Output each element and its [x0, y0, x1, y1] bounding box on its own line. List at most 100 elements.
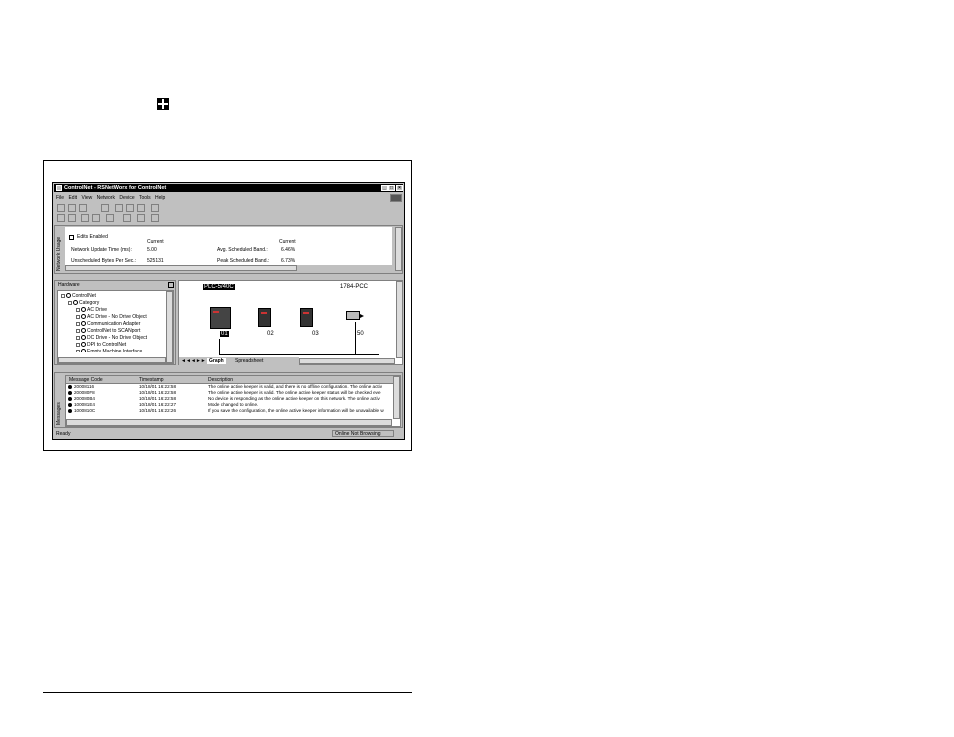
menu-device[interactable]: Device	[119, 195, 134, 201]
unscheduled-bytes-label: Unscheduled Bytes Per Sec.:	[71, 258, 137, 264]
expand-icon[interactable]	[76, 314, 80, 319]
zoom-out-icon[interactable]	[68, 214, 76, 222]
maximize-button[interactable]: □	[388, 185, 395, 191]
current-header-left: Current	[147, 239, 164, 245]
menu-network[interactable]: Network	[97, 195, 115, 201]
new-file-icon[interactable]	[57, 204, 65, 212]
messages-hscrollbar[interactable]	[66, 419, 392, 426]
tree-item-controlnet[interactable]: ControlNet	[61, 293, 96, 299]
tab-nav-arrows[interactable]: ◄◄◄►►	[181, 358, 206, 364]
tree-item-dc-drive[interactable]: DC Drive - No Drive Object	[76, 335, 147, 341]
hardware-vscrollbar[interactable]	[166, 291, 173, 363]
properties-icon[interactable]	[137, 214, 145, 222]
pcc-device-label: 1784-PCC	[340, 284, 369, 290]
single-pass-browse-icon[interactable]	[92, 214, 100, 222]
hardware-close-button[interactable]	[168, 282, 174, 288]
minimize-button[interactable]: _	[381, 185, 388, 191]
schedule-icon[interactable]	[151, 214, 159, 222]
expand-icon[interactable]	[76, 307, 80, 312]
messages-panel: Messages Message Code Timestamp Descript…	[54, 372, 403, 428]
plc-drop-line	[219, 339, 220, 355]
expand-icon[interactable]	[76, 335, 80, 340]
drive-device-icon-03[interactable]	[300, 308, 313, 327]
expand-icon[interactable]	[76, 342, 80, 347]
messages-header: Message Code Timestamp Description	[66, 376, 400, 384]
avg-scheduled-band-label: Avg. Scheduled Band.:	[217, 247, 268, 253]
plc-device-label[interactable]: PLC-5/40C	[203, 284, 235, 290]
category-icon	[73, 300, 78, 306]
network-view-icon[interactable]	[123, 214, 131, 222]
network-status-icon	[390, 194, 402, 202]
tree-item-empty-machine[interactable]: Empty Machine Interface	[76, 349, 142, 352]
expand-icon[interactable]	[76, 328, 80, 333]
graph-panel: PLC-5/40C 1784-PCC 01 02 03 50 ◄◄◄►► Gra…	[178, 280, 403, 365]
menu-view[interactable]: View	[81, 195, 92, 201]
network-usage-content: Edits Enabled Current Current Network Up…	[65, 227, 392, 265]
graph-hscrollbar[interactable]	[299, 358, 395, 364]
online-icon[interactable]	[81, 214, 89, 222]
edits-icon[interactable]	[106, 214, 114, 222]
tree-item-comm-adapter[interactable]: Communication Adapter	[76, 321, 140, 327]
print-icon[interactable]	[101, 204, 109, 212]
pcc-card-icon[interactable]	[346, 311, 360, 320]
status-text: Ready	[56, 431, 71, 437]
network-usage-vscrollbar[interactable]	[395, 227, 402, 271]
device-icon	[81, 349, 86, 352]
help-pointer-icon[interactable]	[151, 204, 159, 212]
drive-device-icon-02[interactable]	[258, 308, 271, 327]
open-folder-icon[interactable]	[68, 204, 76, 212]
copy-icon[interactable]	[126, 204, 134, 212]
tab-graph[interactable]: Graph	[207, 358, 226, 364]
device-icon	[81, 335, 86, 341]
expand-icon[interactable]	[76, 321, 80, 326]
col-timestamp[interactable]: Timestamp	[139, 377, 164, 383]
menu-file[interactable]: File	[56, 195, 64, 201]
tree-item-ac-drive-no-object[interactable]: AC Drive - No Drive Object	[76, 314, 147, 320]
cut-icon[interactable]	[115, 204, 123, 212]
plc-device-icon[interactable]	[210, 307, 231, 329]
tab-spreadsheet[interactable]: Spreadsheet	[235, 358, 263, 364]
edits-enabled-checkbox[interactable]	[69, 235, 74, 240]
messages-vscrollbar[interactable]	[393, 376, 400, 419]
col-description[interactable]: Description	[208, 377, 233, 383]
col-message-code[interactable]: Message Code	[69, 377, 103, 383]
tree-item-ac-drive[interactable]: AC Drive	[76, 307, 107, 313]
node-number-50: 50	[357, 331, 364, 337]
avg-scheduled-band-value: 6.46%	[281, 247, 296, 253]
menu-tools[interactable]: Tools	[139, 195, 151, 201]
info-icon	[68, 409, 72, 413]
close-button[interactable]: ×	[396, 185, 403, 191]
device-icon	[81, 342, 86, 348]
device-icon	[81, 321, 86, 327]
paste-icon[interactable]	[137, 204, 145, 212]
zoom-in-icon[interactable]	[57, 214, 65, 222]
menu-help[interactable]: Help	[155, 195, 165, 201]
menu-edit[interactable]: Edit	[68, 195, 77, 201]
hardware-hscrollbar[interactable]	[58, 357, 166, 363]
app-window: ControlNet - RSNetWorx for ControlNet _ …	[52, 182, 405, 440]
node-number-01[interactable]: 01	[220, 331, 229, 337]
network-usage-hscrollbar[interactable]	[65, 265, 297, 271]
tree-item-controlnet-scanport[interactable]: ControlNet to SCANport	[76, 328, 140, 334]
info-icon	[68, 403, 72, 407]
collapse-icon[interactable]	[61, 293, 65, 298]
title-bar: ControlNet - RSNetWorx for ControlNet _ …	[54, 184, 403, 192]
collapse-icon[interactable]	[68, 300, 72, 305]
network-usage-panel: Network Usage Edits Enabled Current Curr…	[54, 225, 403, 274]
tree-item-category[interactable]: Category	[68, 300, 99, 306]
app-icon	[56, 185, 62, 191]
tree-item-dpi-controlnet[interactable]: DPI to ControlNet	[76, 342, 126, 348]
network-usage-label: Network Usage	[56, 236, 62, 271]
save-icon[interactable]	[79, 204, 87, 212]
hardware-title: Hardware	[58, 282, 80, 288]
graph-tab-strip: ◄◄◄►► Graph Spreadsheet	[179, 357, 299, 365]
info-icon	[68, 397, 72, 401]
pcc-drop-line	[355, 322, 356, 355]
network-trunk-line	[219, 354, 379, 355]
expand-icon[interactable]	[76, 349, 80, 352]
network-update-time-label: Network Update Time (ms):	[71, 247, 132, 253]
messages-label: Messages	[56, 402, 62, 425]
edits-enabled-label: Edits Enabled	[77, 234, 108, 240]
info-icon	[68, 391, 72, 395]
graph-vscrollbar[interactable]	[396, 281, 403, 358]
